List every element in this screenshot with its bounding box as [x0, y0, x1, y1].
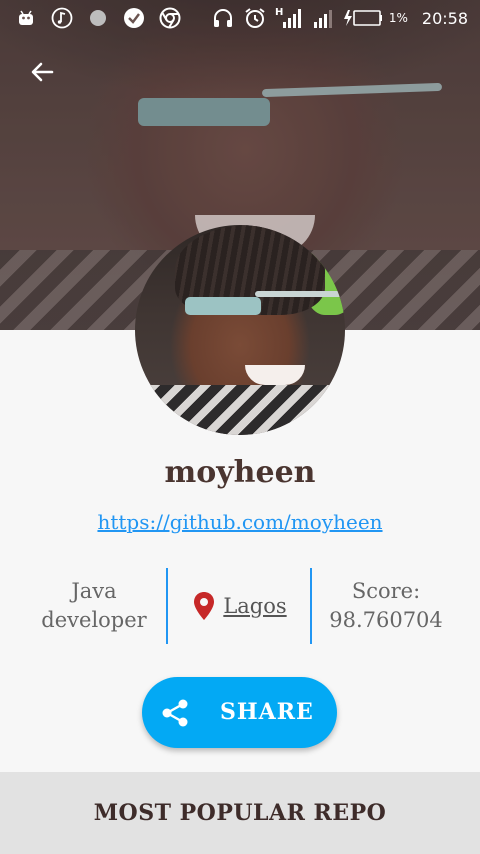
share-button[interactable]: SHARE: [142, 677, 337, 748]
headphones-icon: [211, 6, 235, 30]
score-value: 98.760704: [329, 608, 443, 632]
clock: 20:58: [421, 8, 468, 28]
signal-icon: [311, 6, 335, 30]
score-label: Score:: [351, 579, 421, 603]
score: Score: 98.760704: [312, 568, 460, 644]
location-pin-icon: [194, 592, 215, 620]
android-icon: [14, 6, 38, 30]
music-note-icon: [50, 6, 74, 30]
check-circle-icon: [122, 6, 146, 30]
signal-h-icon: H: [275, 6, 303, 30]
signal-h-label: H: [275, 7, 283, 18]
avatar: [135, 225, 345, 435]
role-text: Java developer: [41, 579, 147, 632]
share-label: SHARE: [220, 699, 314, 725]
github-profile-link[interactable]: https://github.com/moyheen: [0, 510, 480, 534]
back-button[interactable]: [24, 54, 60, 90]
location-label: Lagos: [223, 593, 287, 618]
section-title-most-popular-repo: MOST POPULAR REPO: [0, 772, 480, 854]
profile-stats: Java developer Lagos Score: 98.760704: [0, 568, 480, 644]
alarm-icon: [243, 6, 267, 30]
chrome-icon: [158, 6, 182, 30]
battery-charging-icon: [343, 6, 383, 30]
location: Lagos: [168, 568, 312, 644]
location-link[interactable]: Lagos: [193, 591, 287, 621]
dot-icon: [86, 6, 110, 30]
username: moyheen: [164, 455, 316, 490]
share-icon: [162, 699, 188, 727]
battery-percent: 1%: [388, 11, 408, 25]
status-bar: H 1% 20:58: [0, 0, 480, 36]
arrow-back-icon: [31, 62, 54, 82]
